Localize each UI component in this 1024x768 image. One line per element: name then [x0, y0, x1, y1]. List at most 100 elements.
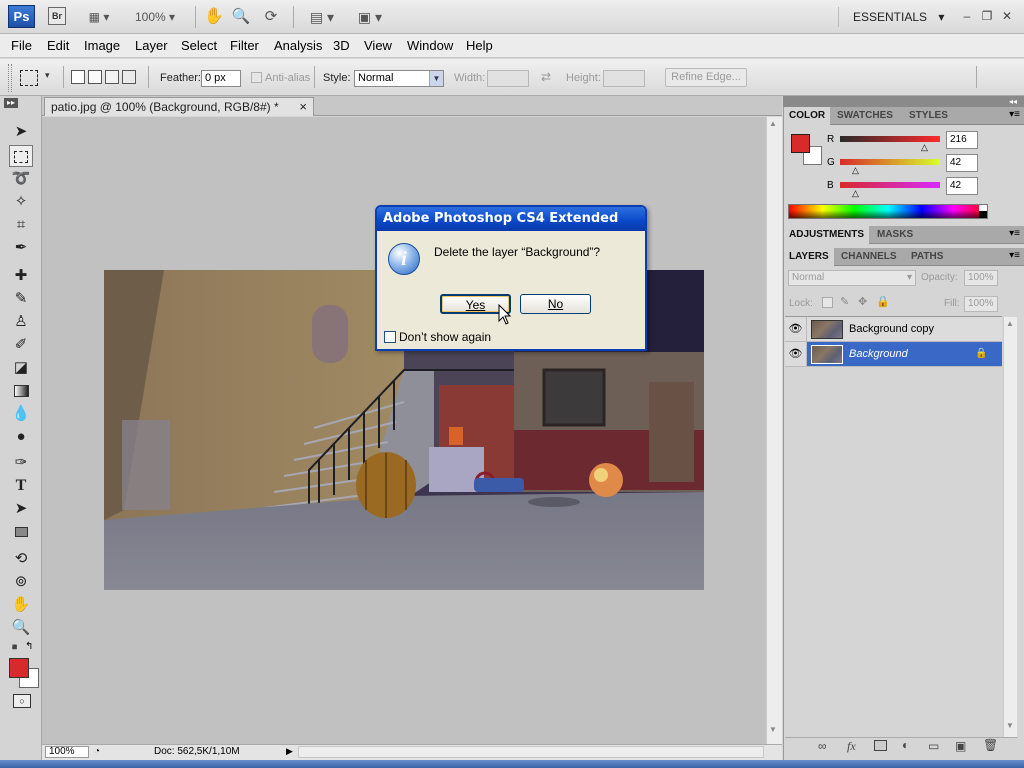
clone-stamp-tool-icon[interactable]: ♙	[9, 311, 33, 333]
minimize-icon[interactable]: –	[960, 9, 974, 23]
crop-tool-icon[interactable]: ⌗	[9, 214, 33, 236]
lock-position-icon[interactable]: ✥	[858, 295, 867, 308]
r-slider-thumb-icon[interactable]: △	[921, 142, 928, 153]
path-selection-tool-icon[interactable]: ➤	[9, 498, 33, 520]
opacity-input[interactable]: 100%	[964, 270, 998, 286]
g-input[interactable]: 42	[946, 154, 978, 172]
tab-swatches[interactable]: SWATCHES	[832, 107, 898, 125]
bridge-button[interactable]: Br	[48, 7, 66, 25]
type-tool-icon[interactable]: T	[9, 475, 33, 497]
brush-tool-icon[interactable]: ✎	[9, 288, 33, 310]
menu-analysis[interactable]: Analysis	[274, 38, 322, 54]
b-input[interactable]: 42	[946, 177, 978, 195]
menu-3d[interactable]: 3D	[333, 38, 350, 54]
visibility-eye-icon[interactable]: 👁	[785, 342, 807, 366]
tab-paths[interactable]: PATHS	[906, 248, 948, 266]
dont-show-again-label[interactable]: Don’t show again	[399, 330, 491, 344]
refine-edge-button[interactable]: Refine Edge...	[665, 68, 747, 87]
vertical-scrollbar[interactable]: ▲ ▼	[766, 117, 782, 744]
add-mask-icon[interactable]	[874, 740, 887, 751]
hand-tool-icon[interactable]: ✋	[9, 594, 33, 616]
menu-select[interactable]: Select	[181, 38, 217, 54]
lasso-tool-icon[interactable]: ➰	[9, 168, 33, 190]
healing-brush-tool-icon[interactable]: ✚	[9, 265, 33, 287]
style-select[interactable]: Normal ▼	[354, 70, 444, 87]
gradient-tool-icon[interactable]	[9, 380, 33, 402]
antialias-checkbox[interactable]	[251, 72, 262, 83]
tab-styles[interactable]: STYLES	[904, 107, 953, 125]
new-layer-icon[interactable]: ▣	[955, 739, 966, 753]
3d-rotate-tool-icon[interactable]: ⟲	[9, 548, 33, 570]
arrange-documents-icon[interactable]: ▤ ▾	[304, 6, 340, 28]
color-spectrum-bar[interactable]	[788, 204, 988, 219]
default-colors-icon[interactable]: ◾	[9, 642, 20, 653]
dont-show-again-checkbox[interactable]	[384, 331, 396, 343]
menu-edit[interactable]: Edit	[47, 38, 69, 54]
color-panel-foreground-swatch[interactable]	[791, 134, 810, 153]
zoom-tool-icon[interactable]: 🔍	[230, 6, 252, 28]
tab-channels[interactable]: CHANNELS	[836, 248, 902, 266]
b-slider-thumb-icon[interactable]: △	[852, 188, 859, 199]
tab-color[interactable]: COLOR	[784, 107, 831, 125]
delete-layer-icon[interactable]: 🗑	[983, 738, 998, 752]
move-tool-icon[interactable]: ➤	[9, 121, 33, 143]
screen-mode-dropdown-icon[interactable]: ▣ ▾	[352, 6, 388, 28]
scroll-up-icon[interactable]: ▲	[769, 119, 777, 128]
menu-help[interactable]: Help	[466, 38, 493, 54]
zoom-tool-icon[interactable]: 🔍	[9, 617, 33, 639]
tab-layers[interactable]: LAYERS	[784, 248, 834, 266]
layers-scrollbar[interactable]: ▲ ▼	[1003, 317, 1017, 737]
rotate-view-icon[interactable]: ⟳	[259, 6, 283, 28]
screen-mode-icon[interactable]: ▦ ▾	[82, 6, 116, 28]
add-to-selection-icon[interactable]	[88, 70, 102, 84]
visibility-eye-icon[interactable]: 👁	[785, 317, 807, 341]
width-input[interactable]	[487, 70, 529, 87]
chevron-down-icon[interactable]: ▾	[45, 70, 50, 81]
menu-view[interactable]: View	[364, 38, 392, 54]
scroll-down-icon[interactable]: ▼	[769, 725, 777, 734]
swap-dimensions-icon[interactable]: ⇄	[541, 70, 551, 84]
menu-file[interactable]: File	[11, 38, 32, 54]
link-layers-icon[interactable]: ∞	[818, 739, 827, 753]
lock-pixels-icon[interactable]: ✎	[840, 295, 849, 308]
collapse-tools-icon[interactable]: ▸▸	[4, 98, 18, 108]
eyedropper-tool-icon[interactable]: ✒	[9, 237, 33, 259]
blend-mode-select[interactable]: Normal ▾	[788, 270, 916, 286]
rectangle-tool-icon[interactable]	[9, 521, 33, 543]
swap-colors-icon[interactable]: ↰	[25, 641, 33, 652]
document-tab[interactable]: patio.jpg @ 100% (Background, RGB/8#) * …	[44, 97, 314, 116]
blur-tool-icon[interactable]: 💧	[9, 403, 33, 425]
layer-row-background[interactable]: 👁 Background 🔒	[785, 342, 1002, 367]
layer-name[interactable]: Background	[849, 342, 908, 366]
feather-input[interactable]: 0 px	[201, 70, 241, 87]
close-icon[interactable]: ✕	[1000, 9, 1014, 23]
intersect-selection-icon[interactable]	[122, 70, 136, 84]
menu-layer[interactable]: Layer	[135, 38, 168, 54]
status-info-icon[interactable]: ◔	[94, 746, 100, 757]
panel-menu-icon[interactable]: ▾≡	[1009, 250, 1020, 261]
foreground-color-swatch[interactable]	[9, 658, 29, 678]
collapse-panels-icon[interactable]: ◂◂	[1009, 97, 1017, 106]
layer-name[interactable]: Background copy	[849, 317, 934, 341]
marquee-preset-icon[interactable]	[20, 70, 38, 86]
g-slider-thumb-icon[interactable]: △	[852, 165, 859, 176]
new-group-icon[interactable]: ▭	[928, 739, 939, 753]
eraser-tool-icon[interactable]: ◪	[9, 357, 33, 379]
3d-orbit-tool-icon[interactable]: ⊚	[9, 571, 33, 593]
menu-window[interactable]: Window	[407, 38, 453, 54]
photoshop-logo[interactable]: Ps	[8, 5, 35, 28]
magic-wand-tool-icon[interactable]: ✧	[9, 191, 33, 213]
new-selection-icon[interactable]	[71, 70, 85, 84]
layer-style-icon[interactable]: fx	[847, 739, 856, 754]
restore-icon[interactable]: ❐	[980, 9, 994, 23]
menu-image[interactable]: Image	[84, 38, 120, 54]
height-input[interactable]	[603, 70, 645, 87]
close-tab-icon[interactable]: ×	[299, 98, 307, 116]
menu-filter[interactable]: Filter	[230, 38, 259, 54]
zoom-level-dropdown[interactable]: 100% ▾	[127, 6, 183, 28]
panel-menu-icon[interactable]: ▾≡	[1009, 109, 1020, 120]
status-zoom-input[interactable]: 100%	[45, 746, 89, 758]
r-input[interactable]: 216	[946, 131, 978, 149]
lock-all-icon[interactable]: 🔒	[876, 295, 890, 308]
layer-row-background-copy[interactable]: 👁 Background copy	[785, 317, 1002, 342]
